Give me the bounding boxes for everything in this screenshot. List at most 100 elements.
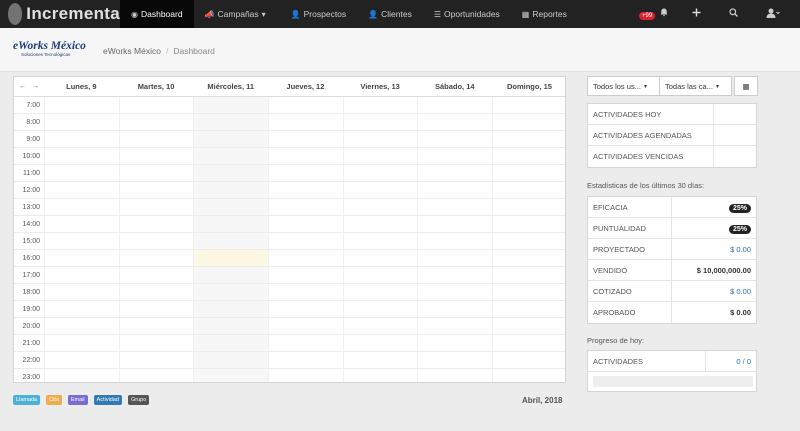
users-filter-dropdown[interactable]: Todos los us... ▾ xyxy=(587,76,660,96)
calendar-slot[interactable] xyxy=(118,335,194,351)
nav-prospectos[interactable]: 👤 Prospectos xyxy=(280,0,358,28)
calendar-slot[interactable] xyxy=(268,233,343,249)
calendar-slot[interactable] xyxy=(492,114,565,130)
calendar-slot[interactable] xyxy=(193,182,269,198)
legend-chip-email[interactable]: Email xyxy=(67,395,88,405)
calendar-slot[interactable] xyxy=(342,301,418,317)
calendar-slot[interactable] xyxy=(417,114,492,130)
legend-chip-llamada[interactable]: Llamada xyxy=(13,395,41,405)
calendar-slot[interactable] xyxy=(268,199,343,215)
calendar-slot[interactable] xyxy=(44,199,119,215)
calendar-slot[interactable] xyxy=(118,369,194,382)
calendar-slot[interactable] xyxy=(492,318,565,334)
calendar-slot[interactable] xyxy=(268,97,343,113)
calendar-slot[interactable] xyxy=(417,148,492,164)
calendar-slot[interactable] xyxy=(417,131,492,147)
calendar-slot[interactable] xyxy=(193,250,269,266)
calendar-view-button[interactable]: ▦ xyxy=(734,76,758,96)
company-logo[interactable]: eWorks México Soluciones Tecnológicas xyxy=(13,40,88,57)
calendar-slot[interactable] xyxy=(193,165,269,181)
calendar-slot[interactable] xyxy=(268,250,343,266)
calendar-slot[interactable] xyxy=(44,284,119,300)
calendar-slot[interactable] xyxy=(268,148,343,164)
calendar-slot[interactable] xyxy=(44,131,119,147)
nav-oportunidades[interactable]: ☰ Oportunidades xyxy=(423,0,511,28)
calendar-slot[interactable] xyxy=(492,369,565,382)
breadcrumb-root[interactable]: eWorks México xyxy=(103,46,161,56)
calendar-slot[interactable] xyxy=(417,97,492,113)
calendar-slot[interactable] xyxy=(44,165,119,181)
calendar-slot[interactable] xyxy=(492,148,565,164)
calendar-slot[interactable] xyxy=(193,199,269,215)
categories-filter-dropdown[interactable]: Todas las ca... ▾ xyxy=(659,76,732,96)
calendar-slot[interactable] xyxy=(268,352,343,368)
calendar-slot[interactable] xyxy=(342,318,418,334)
calendar-slot[interactable] xyxy=(492,97,565,113)
calendar-slot[interactable] xyxy=(342,216,418,232)
calendar-slot[interactable] xyxy=(118,182,194,198)
calendar-slot[interactable] xyxy=(417,233,492,249)
calendar-slot[interactable] xyxy=(417,250,492,266)
calendar-slot[interactable] xyxy=(417,165,492,181)
calendar-slot[interactable] xyxy=(44,301,119,317)
calendar-slot[interactable] xyxy=(492,301,565,317)
calendar-slot[interactable] xyxy=(268,165,343,181)
calendar-slot[interactable] xyxy=(342,250,418,266)
user-menu-button[interactable] xyxy=(752,8,800,21)
calendar-slot[interactable] xyxy=(44,352,119,368)
calendar-slot[interactable] xyxy=(44,267,119,283)
calendar-slot[interactable] xyxy=(118,352,194,368)
calendar-slot[interactable] xyxy=(44,233,119,249)
calendar-slot[interactable] xyxy=(492,131,565,147)
calendar-slot[interactable] xyxy=(342,233,418,249)
calendar-slot[interactable] xyxy=(417,199,492,215)
calendar-slot[interactable] xyxy=(342,199,418,215)
calendar-slot[interactable] xyxy=(268,131,343,147)
calendar-slot[interactable] xyxy=(492,216,565,232)
calendar-slot[interactable] xyxy=(118,233,194,249)
calendar-slot[interactable] xyxy=(342,148,418,164)
calendar-slot[interactable] xyxy=(118,97,194,113)
calendar-slot[interactable] xyxy=(118,216,194,232)
calendar-slot[interactable] xyxy=(44,250,119,266)
counter-row[interactable]: ACTIVIDADES HOY xyxy=(588,104,756,125)
calendar-slot[interactable] xyxy=(492,284,565,300)
counter-row[interactable]: ACTIVIDADES AGENDADAS xyxy=(588,125,756,146)
calendar-slot[interactable] xyxy=(193,335,269,351)
calendar-slot[interactable] xyxy=(268,369,343,382)
calendar-slot[interactable] xyxy=(417,216,492,232)
legend-chip-cita[interactable]: Cita xyxy=(46,395,62,405)
calendar-slot[interactable] xyxy=(193,352,269,368)
calendar-slot[interactable] xyxy=(193,131,269,147)
calendar-slot[interactable] xyxy=(342,352,418,368)
brand-logo[interactable]: Incrementa xyxy=(0,0,120,28)
calendar-slot[interactable] xyxy=(342,267,418,283)
calendar-slot[interactable] xyxy=(118,318,194,334)
counter-row[interactable]: ACTIVIDADES VENCIDAS xyxy=(588,146,756,167)
calendar-slot[interactable] xyxy=(492,233,565,249)
legend-chip-grupo[interactable]: Grupo xyxy=(127,395,150,405)
calendar-slot[interactable] xyxy=(342,165,418,181)
calendar-slot[interactable] xyxy=(268,301,343,317)
calendar-slot[interactable] xyxy=(492,199,565,215)
calendar-slot[interactable] xyxy=(417,267,492,283)
calendar-slot[interactable] xyxy=(193,284,269,300)
calendar-slot[interactable] xyxy=(342,114,418,130)
calendar-slot[interactable] xyxy=(44,148,119,164)
calendar-slot[interactable] xyxy=(492,182,565,198)
calendar-slot[interactable] xyxy=(193,369,269,382)
calendar-slot[interactable] xyxy=(417,301,492,317)
calendar-slot[interactable] xyxy=(342,284,418,300)
calendar-slot[interactable] xyxy=(268,182,343,198)
calendar-slot[interactable] xyxy=(193,148,269,164)
calendar-slot[interactable] xyxy=(193,216,269,232)
calendar-slot[interactable] xyxy=(417,318,492,334)
nav-reportes[interactable]: ▦ Reportes xyxy=(511,0,578,28)
calendar-slot[interactable] xyxy=(417,284,492,300)
add-button[interactable] xyxy=(678,8,715,20)
calendar-slot[interactable] xyxy=(118,165,194,181)
calendar-slot[interactable] xyxy=(44,216,119,232)
calendar-slot[interactable] xyxy=(268,216,343,232)
legend-chip-actividad[interactable]: Actividad xyxy=(93,395,122,405)
nav-dashboard[interactable]: ◉ Dashboard xyxy=(120,0,194,28)
